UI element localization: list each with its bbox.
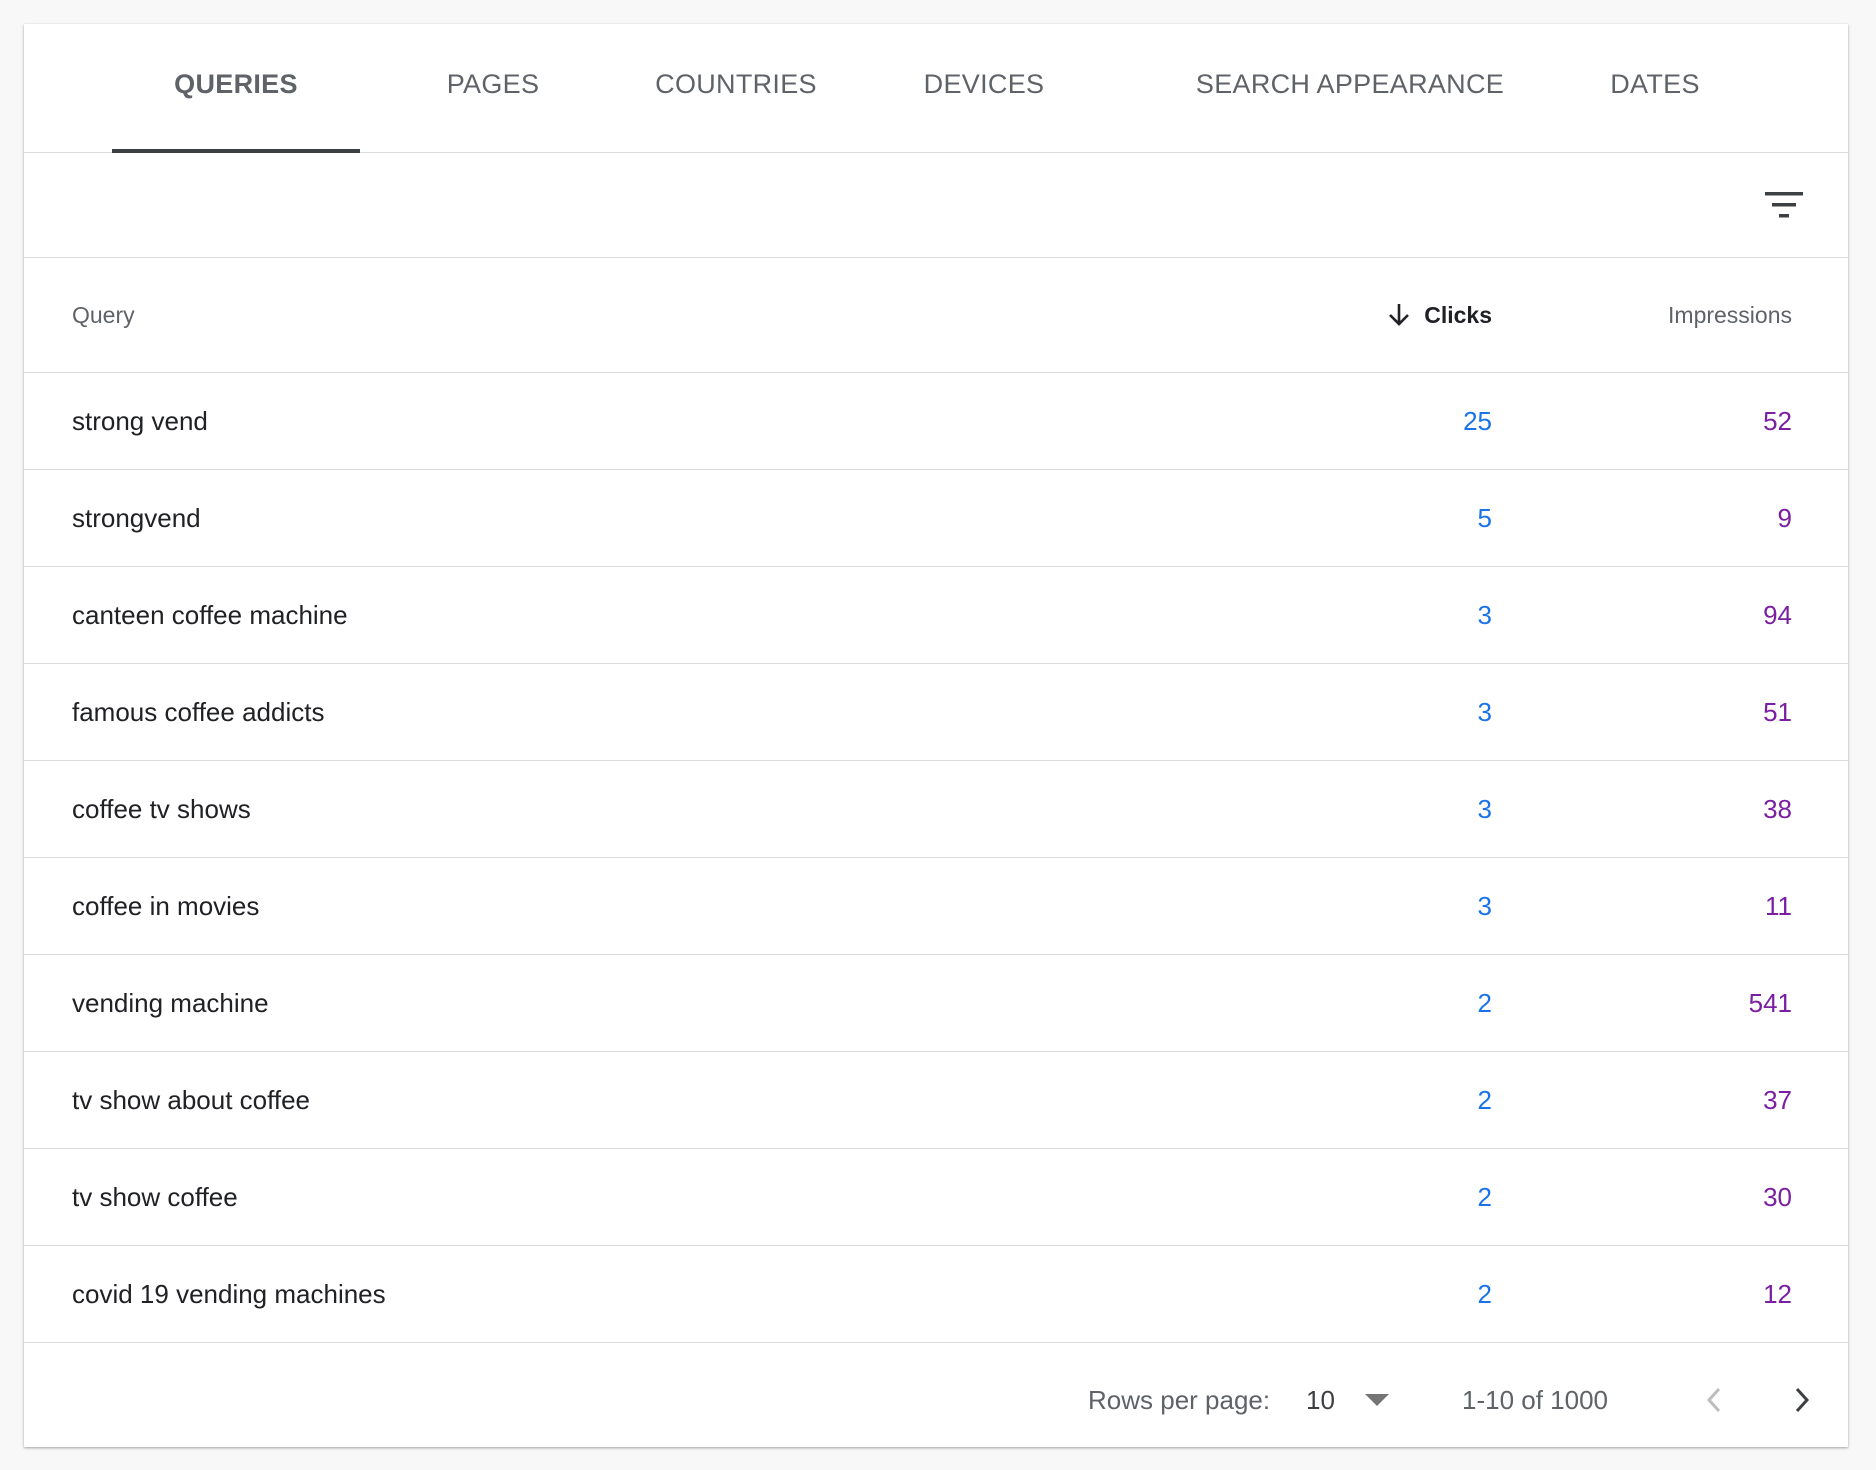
clicks-cell: 2 [1477, 1278, 1492, 1309]
query-cell: tv show about coffee [72, 1084, 311, 1115]
impressions-cell: 541 [1748, 987, 1792, 1018]
query-cell: canteen coffee machine [72, 599, 348, 630]
impressions-cell: 52 [1763, 405, 1792, 436]
table-row[interactable]: strong vend 25 52 [24, 373, 1848, 470]
page-range-text: 1-10 of 1000 [1462, 1385, 1609, 1415]
tab-queries[interactable]: QUERIES [112, 24, 360, 153]
queries-table: Query Clicks Impressions strong vend 25 … [24, 258, 1848, 1343]
filter-button[interactable] [1760, 181, 1808, 229]
table-row[interactable]: tv show about coffee 2 37 [24, 1052, 1848, 1149]
tab-countries[interactable]: COUNTRIES [636, 24, 836, 152]
impressions-cell: 9 [1777, 502, 1792, 533]
pagination-bar: Rows per page: 10 1-10 of 1000 [24, 1354, 1848, 1447]
tab-label: DEVICES [923, 68, 1045, 99]
tab-pages[interactable]: PAGES [428, 24, 558, 152]
clicks-cell: 5 [1477, 502, 1492, 533]
rows-per-page-label: Rows per page: [1088, 1385, 1271, 1415]
column-header-query[interactable]: Query [72, 258, 135, 372]
previous-page-button[interactable] [1690, 1376, 1738, 1424]
clicks-cell: 3 [1477, 599, 1492, 630]
tab-label: DATES [1610, 68, 1700, 99]
table-row[interactable]: tv show coffee 2 30 [24, 1149, 1848, 1246]
clicks-cell: 2 [1477, 987, 1492, 1018]
tab-dates[interactable]: DATES [1590, 24, 1720, 152]
table-row[interactable]: strongvend 5 9 [24, 470, 1848, 567]
query-cell: strong vend [72, 405, 208, 436]
tab-devices[interactable]: DEVICES [904, 24, 1064, 152]
chevron-left-icon [1706, 1387, 1721, 1413]
query-cell: coffee in movies [72, 890, 260, 921]
table-row[interactable]: coffee in movies 3 11 [24, 858, 1848, 955]
table-header: Query Clicks Impressions [24, 258, 1848, 373]
impressions-cell: 38 [1763, 793, 1792, 824]
impressions-cell: 37 [1763, 1084, 1792, 1115]
query-cell: strongvend [72, 502, 201, 533]
impressions-cell: 12 [1763, 1278, 1792, 1309]
table-toolbar [24, 153, 1848, 258]
table-row[interactable]: famous coffee addicts 3 51 [24, 664, 1848, 761]
arrow-down-icon [1388, 302, 1410, 328]
table-row[interactable]: canteen coffee machine 3 94 [24, 567, 1848, 664]
column-header-clicks-label: Clicks [1424, 301, 1492, 328]
rows-per-page-value: 10 [1306, 1385, 1335, 1415]
tab-label: SEARCH APPEARANCE [1195, 68, 1505, 99]
query-cell: vending machine [72, 987, 269, 1018]
clicks-cell: 3 [1477, 696, 1492, 727]
query-cell: tv show coffee [72, 1181, 238, 1212]
filter-list-icon [1765, 192, 1803, 218]
query-cell: covid 19 vending machines [72, 1278, 386, 1309]
column-header-impressions[interactable]: Impressions [1668, 258, 1792, 372]
table-row[interactable]: covid 19 vending machines 2 12 [24, 1246, 1848, 1343]
performance-card: QUERIES PAGES COUNTRIES DEVICES SEARCH A… [24, 24, 1848, 1447]
tab-label: COUNTRIES [655, 68, 817, 99]
table-row[interactable]: vending machine 2 541 [24, 955, 1848, 1052]
next-page-button[interactable] [1778, 1376, 1826, 1424]
impressions-cell: 94 [1763, 599, 1792, 630]
impressions-cell: 30 [1763, 1181, 1792, 1212]
dropdown-arrow-icon [1364, 1393, 1389, 1406]
table-row[interactable]: coffee tv shows 3 38 [24, 761, 1848, 858]
clicks-cell: 2 [1477, 1084, 1492, 1115]
clicks-cell: 2 [1477, 1181, 1492, 1212]
clicks-cell: 3 [1477, 890, 1492, 921]
tab-label: PAGES [446, 68, 540, 99]
query-cell: famous coffee addicts [72, 696, 325, 727]
clicks-cell: 25 [1463, 405, 1492, 436]
impressions-cell: 51 [1763, 696, 1792, 727]
impressions-cell: 11 [1765, 890, 1792, 921]
dimension-tabs: QUERIES PAGES COUNTRIES DEVICES SEARCH A… [24, 24, 1848, 153]
chevron-right-icon [1795, 1387, 1810, 1413]
tab-search-appearance[interactable]: SEARCH APPEARANCE [1170, 24, 1530, 152]
rows-per-page-select[interactable]: 10 [1306, 1354, 1389, 1447]
column-header-clicks[interactable]: Clicks [1388, 258, 1492, 372]
clicks-cell: 3 [1477, 793, 1492, 824]
tab-label: QUERIES [174, 68, 298, 99]
query-cell: coffee tv shows [72, 793, 251, 824]
